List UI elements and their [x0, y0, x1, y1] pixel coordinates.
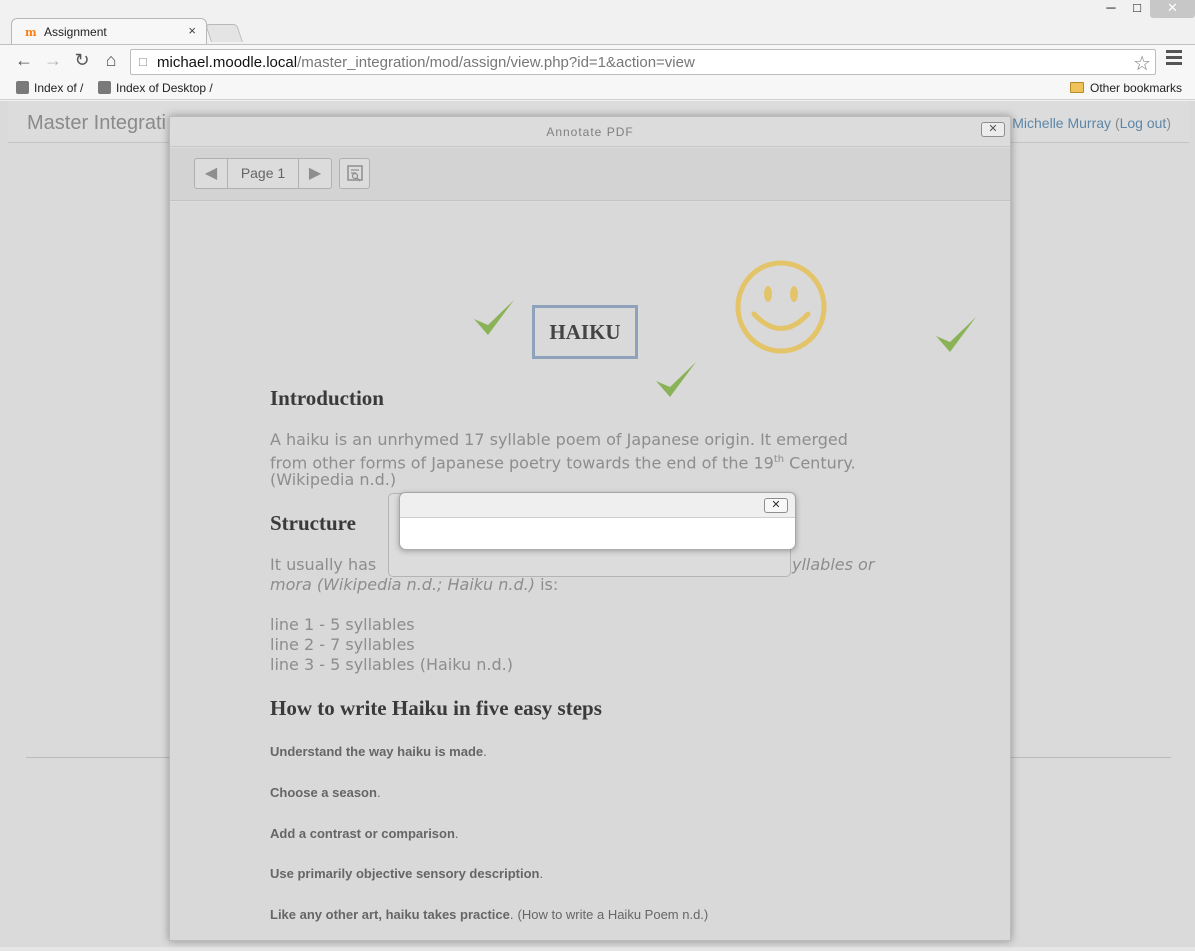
step-citation: (How to write a Haiku Poem n.d.): [517, 907, 709, 922]
logout-link[interactable]: Log out: [1120, 115, 1167, 131]
window-maximize-icon[interactable]: □: [1124, 0, 1150, 18]
bookmark-label: Index of /: [34, 81, 84, 95]
user-profile-link[interactable]: Michelle Murray: [1012, 115, 1111, 131]
heading-structure: Structure: [270, 511, 356, 535]
page-selector[interactable]: Page 1: [227, 159, 299, 188]
syllable-line: line 3 - 5 syllables (Haiku n.d.): [270, 655, 513, 674]
url-text: michael.moodle.local/master_integration/…: [157, 54, 695, 71]
home-icon[interactable]: ⌂: [99, 50, 123, 71]
window-minimize-icon[interactable]: ─: [1098, 0, 1124, 18]
citation: mora (Wikipedia n.d.; Haiku n.d.): [270, 575, 535, 594]
dialog-header: Annotate PDF ✕: [170, 117, 1010, 147]
new-tab-button[interactable]: [205, 24, 243, 42]
moodle-favicon-icon: m: [25, 26, 37, 39]
reload-icon[interactable]: ↻: [70, 50, 94, 71]
document-title-box: HAIKU: [532, 305, 638, 359]
page-navigation: ◀ Page 1 ▶: [194, 158, 332, 189]
popup-close-button[interactable]: ✕: [764, 498, 788, 513]
step-end: .: [454, 826, 459, 841]
url-path: /master_integration/mod/assign/view.php?…: [297, 54, 695, 71]
step-text: Understand the way haiku is made: [270, 744, 484, 759]
step-item: Choose a season.: [270, 785, 381, 800]
other-bookmarks-label: Other bookmarks: [1090, 81, 1183, 95]
other-bookmarks[interactable]: Other bookmarks: [1070, 81, 1182, 95]
step-text: Use primarily objective sensory descript…: [270, 866, 540, 881]
browser-titlebar: m Assignment × ─ □ ✕: [0, 0, 1195, 44]
step-end: .: [376, 785, 381, 800]
browser-tab-assignment[interactable]: m Assignment ×: [11, 18, 207, 44]
popup-body[interactable]: [400, 517, 795, 549]
intro-text: Century.: [784, 453, 856, 473]
back-arrow-icon[interactable]: ←: [12, 50, 36, 71]
url-host: michael.moodle.local: [157, 54, 298, 71]
step-item: Use primarily objective sensory descript…: [270, 866, 543, 881]
intro-line: A haiku is an unrhymed 17 syllable poem …: [270, 430, 848, 449]
browser-status-bar: [0, 947, 1195, 951]
step-end: .: [483, 744, 487, 759]
login-info: Michelle Murray (Log out): [1012, 115, 1171, 131]
syllable-line: line 1 - 5 syllables: [270, 615, 415, 634]
browser-toolbar: ← → ↻ ⌂ □ michael.moodle.local/master_in…: [0, 44, 1195, 76]
heading-steps: How to write Haiku in five easy steps: [270, 696, 602, 720]
user-avatar-icon: [98, 81, 111, 94]
site-name[interactable]: Master Integrati: [27, 112, 166, 135]
paren: ): [1166, 115, 1171, 131]
structure-line-tail: yllables or: [792, 555, 875, 574]
superscript: th: [773, 454, 785, 465]
syllable-line: line 2 - 7 syllables: [270, 635, 415, 654]
comment-popup: ✕: [399, 492, 796, 549]
dialog-close-button[interactable]: ✕: [981, 122, 1005, 137]
step-item: Add a contrast or comparison.: [270, 826, 459, 841]
page-icon: □: [139, 54, 147, 69]
forward-arrow-icon[interactable]: →: [41, 50, 65, 71]
window-close-icon[interactable]: ✕: [1150, 0, 1195, 18]
step-item: Like any other art, haiku takes practice…: [270, 907, 708, 922]
tick-annotation-icon[interactable]: [472, 297, 516, 339]
step-text: Choose a season: [270, 785, 377, 800]
tab-close-icon[interactable]: ×: [188, 23, 196, 38]
step-text: Like any other art, haiku takes practice: [270, 907, 510, 922]
structure-text: is:: [534, 575, 559, 594]
tick-annotation-icon[interactable]: [654, 359, 698, 401]
tick-annotation-icon[interactable]: [934, 314, 978, 356]
folder-icon: [1070, 82, 1084, 93]
bookmark-star-icon[interactable]: ☆: [1133, 51, 1151, 76]
step-text: Add a contrast or comparison: [270, 826, 455, 841]
search-comments-icon: [347, 165, 363, 182]
smiley-annotation-icon[interactable]: [734, 259, 828, 355]
bookmark-index-desktop[interactable]: Index of Desktop /: [98, 81, 213, 95]
address-bar[interactable]: □ michael.moodle.local/master_integratio…: [130, 49, 1156, 75]
search-comments-button[interactable]: [339, 158, 370, 189]
structure-line: mora (Wikipedia n.d.; Haiku n.d.) is:: [270, 575, 558, 595]
heading-introduction: Introduction: [270, 386, 384, 410]
user-avatar-icon: [16, 81, 29, 94]
step-item: Understand the way haiku is made.: [270, 744, 487, 759]
dialog-title: Annotate PDF: [546, 125, 634, 139]
tab-title: Assignment: [44, 25, 107, 39]
pdf-toolbar: ◀ Page 1 ▶: [170, 148, 1010, 201]
previous-page-button[interactable]: ◀: [195, 159, 227, 188]
structure-line: It usually has: [270, 555, 377, 574]
step-end: .: [539, 866, 544, 881]
bookmarks-bar: Index of / Index of Desktop / Other book…: [0, 76, 1195, 100]
step-end: .: [509, 907, 514, 922]
bookmark-label: Index of Desktop /: [116, 81, 213, 95]
browser-menu-icon[interactable]: [1166, 50, 1182, 68]
next-page-button[interactable]: ▶: [299, 159, 331, 188]
intro-line: (Wikipedia n.d.): [270, 470, 397, 489]
bookmark-index-root[interactable]: Index of /: [16, 81, 83, 95]
